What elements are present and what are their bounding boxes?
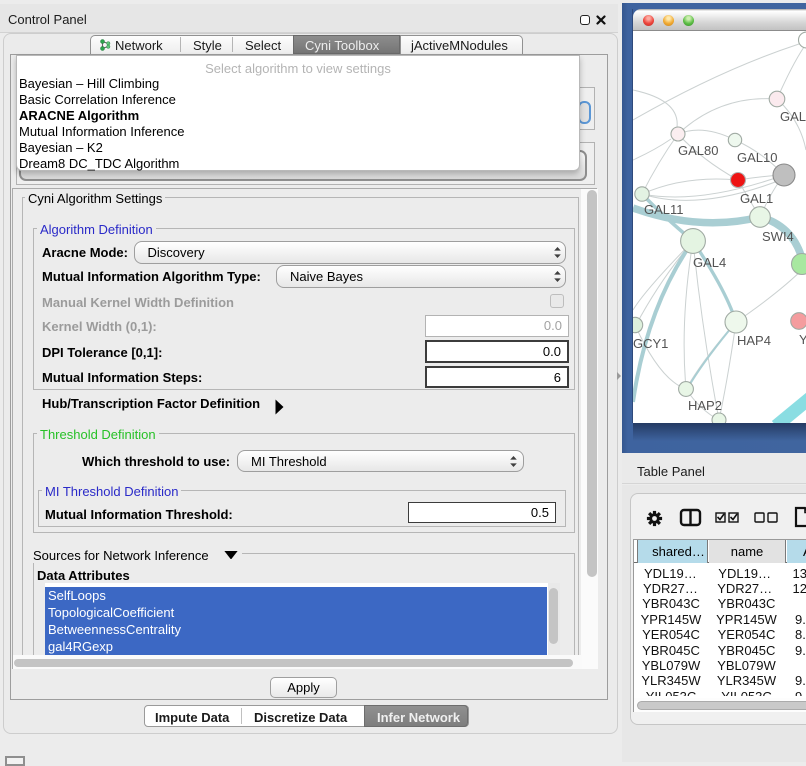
svg-text:GAL: GAL xyxy=(780,109,806,124)
svg-text:GAL4: GAL4 xyxy=(693,255,726,270)
svg-text:GAL1: GAL1 xyxy=(740,191,773,206)
svg-text:SWI4: SWI4 xyxy=(762,229,794,244)
svg-text:GAL10: GAL10 xyxy=(737,150,777,165)
svg-text:GCY1: GCY1 xyxy=(633,336,668,351)
svg-text:HAP4: HAP4 xyxy=(737,333,771,348)
svg-text:GAL80: GAL80 xyxy=(678,143,718,158)
svg-text:GAL11: GAL11 xyxy=(644,202,684,217)
svg-text:HAP2: HAP2 xyxy=(688,398,722,413)
svg-text:Y: Y xyxy=(799,332,806,347)
